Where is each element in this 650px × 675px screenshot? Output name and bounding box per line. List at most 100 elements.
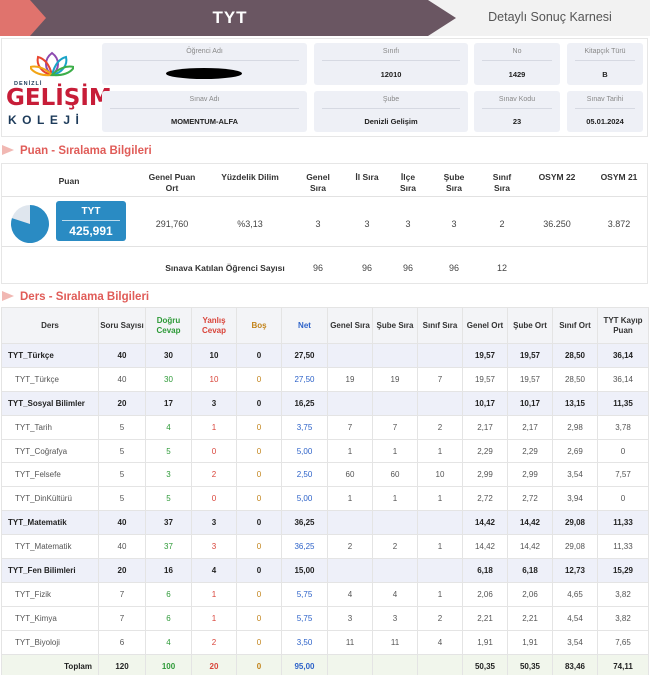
lesson-cell: 0 — [236, 510, 282, 536]
value-genel-sira: 3 — [315, 219, 321, 229]
branch-card: Şube Denizli Gelişim — [314, 91, 468, 132]
table-row: TYT_Kimya 7 6 1 0 5,75 3 3 2 2,21 2,21 4,54 3,82 — [1, 605, 649, 631]
lesson-cell: 0 — [236, 534, 282, 560]
lesson-cell: 19,57 — [462, 366, 508, 392]
lesson-cell: 14,42 — [462, 534, 508, 560]
lesson-cell: 40 — [98, 534, 146, 560]
lesson-cell: 2,69 — [552, 438, 598, 464]
lesson-cell — [417, 653, 463, 675]
lesson-cell: 1 — [417, 534, 463, 560]
score-section-title: Puan - Sıralama Bilgileri — [0, 145, 152, 157]
lesson-cell: 1 — [327, 438, 373, 464]
lesson-cell: 1 — [417, 438, 463, 464]
lesson-cell: 4 — [145, 629, 192, 655]
header-puan: Puan — [58, 176, 80, 186]
score-pie-chart — [11, 205, 50, 243]
lesson-cell: 4,65 — [552, 581, 598, 607]
lesson-cell: 0 — [236, 366, 282, 392]
lesson-cell: 7 — [98, 581, 146, 607]
col-soru: Soru Sayısı — [98, 307, 146, 344]
lesson-cell: 36,14 — [597, 343, 649, 368]
lesson-cell: 2 — [372, 534, 418, 560]
lesson-cell: 36,14 — [597, 366, 649, 392]
lesson-cell: 1 — [327, 486, 373, 512]
lesson-cell: 10,17 — [462, 390, 508, 416]
table-row: TYT_Sosyal Bilimler 20 17 3 0 16,25 10,17 10,17… — [1, 390, 649, 416]
lesson-cell — [372, 510, 418, 536]
lesson-cell: 5 — [98, 486, 146, 512]
participants-sinif: 12 — [496, 263, 507, 273]
student-name-label: Öğrenci Adı — [186, 48, 223, 55]
lesson-name: TYT_Tarih — [1, 414, 99, 440]
lesson-cell: 7 — [98, 605, 146, 631]
lesson-name: TYT_Matematik — [1, 534, 99, 560]
score-name: TYT — [81, 206, 101, 217]
lesson-cell: 37 — [145, 534, 192, 560]
lesson-cell: 16,25 — [281, 390, 328, 416]
lesson-cell: 2,29 — [462, 438, 508, 464]
lesson-cell: 3,75 — [281, 414, 328, 440]
lesson-cell: 0 — [236, 438, 282, 464]
lesson-cell: 7 — [417, 366, 463, 392]
lesson-cell: 5 — [98, 462, 146, 488]
lesson-cell: 74,11 — [597, 653, 649, 675]
lesson-cell: 3 — [372, 605, 418, 631]
lesson-cell: 27,50 — [281, 343, 328, 368]
lesson-cell: 83,46 — [552, 653, 598, 675]
lesson-cell: 5,00 — [281, 486, 328, 512]
lesson-cell: 3 — [191, 390, 237, 416]
exam-date-label: Sınav Tarihi — [586, 96, 624, 103]
header-genel-puan-ort: Genel Puan Ort — [148, 172, 196, 193]
class-label: Sınıfı — [382, 48, 400, 55]
lesson-cell: 7,57 — [597, 462, 649, 488]
lesson-cell — [417, 390, 463, 416]
lesson-cell: 0 — [236, 581, 282, 607]
value-sube-sira: 3 — [451, 219, 457, 229]
participants-sube: 96 — [448, 263, 459, 273]
lesson-cell: 6,18 — [507, 558, 553, 583]
lesson-cell: 2 — [417, 414, 463, 440]
header-osym22: OSYM 22 — [538, 172, 576, 182]
exam-code-value: 23 — [512, 117, 522, 126]
lesson-cell: 1 — [372, 486, 418, 512]
student-no-card: No 1429 — [474, 43, 560, 85]
lesson-cell: 11,35 — [597, 390, 649, 416]
score-box: TYT 425,991 — [56, 201, 126, 241]
lesson-cell: 1 — [417, 581, 463, 607]
participants-ilce: 96 — [402, 263, 413, 273]
lesson-cell: 100 — [145, 653, 192, 675]
value-osym21: 3.872 — [607, 219, 631, 229]
lesson-cell: 3,78 — [597, 414, 649, 440]
lesson-cell: 2 — [191, 462, 237, 488]
lesson-cell: 5,75 — [281, 605, 328, 631]
lesson-cell: 1 — [372, 438, 418, 464]
redacted-name — [166, 68, 242, 79]
lesson-cell: 50,35 — [462, 653, 508, 675]
exam-code-label: Sınav Kodu — [498, 96, 536, 103]
exam-code-card: Sınav Kodu 23 — [474, 91, 560, 132]
lesson-section-title: Ders - Sıralama Bilgileri — [0, 291, 149, 303]
lesson-cell: 5 — [145, 486, 192, 512]
lesson-cell — [327, 653, 373, 675]
lesson-cell: 37 — [145, 510, 192, 536]
lesson-cell: 1,91 — [507, 629, 553, 655]
lesson-cell: 0 — [236, 653, 282, 675]
col-net: Net — [281, 307, 328, 344]
table-row: TYT_Biyoloji 6 4 2 0 3,50 11 11 4 1,91 1,91 3,54 7,6… — [1, 629, 649, 655]
lesson-cell: 3,54 — [552, 629, 598, 655]
col-bos: Boş — [236, 307, 282, 344]
lesson-cell: 3,94 — [552, 486, 598, 512]
lesson-cell: 4 — [372, 581, 418, 607]
lesson-table: Ders Soru Sayısı Doğru Cevap Yanlış Ceva… — [1, 307, 649, 675]
lotus-logo-icon — [30, 51, 74, 77]
student-no-label: No — [512, 48, 522, 55]
lesson-cell: 0 — [191, 438, 237, 464]
lesson-cell: 1 — [191, 414, 237, 440]
lesson-cell: 13,15 — [552, 390, 598, 416]
lesson-cell: 0 — [236, 343, 282, 368]
total-row: Toplam 120 100 20 0 95,00 50,35 50,35 83,46 74,11 — [1, 653, 649, 675]
class-card: Sınıfı 12010 — [314, 43, 468, 85]
value-ilce-sira: 3 — [405, 219, 411, 229]
col-ders: Ders — [1, 307, 99, 344]
lesson-cell: 30 — [145, 366, 192, 392]
